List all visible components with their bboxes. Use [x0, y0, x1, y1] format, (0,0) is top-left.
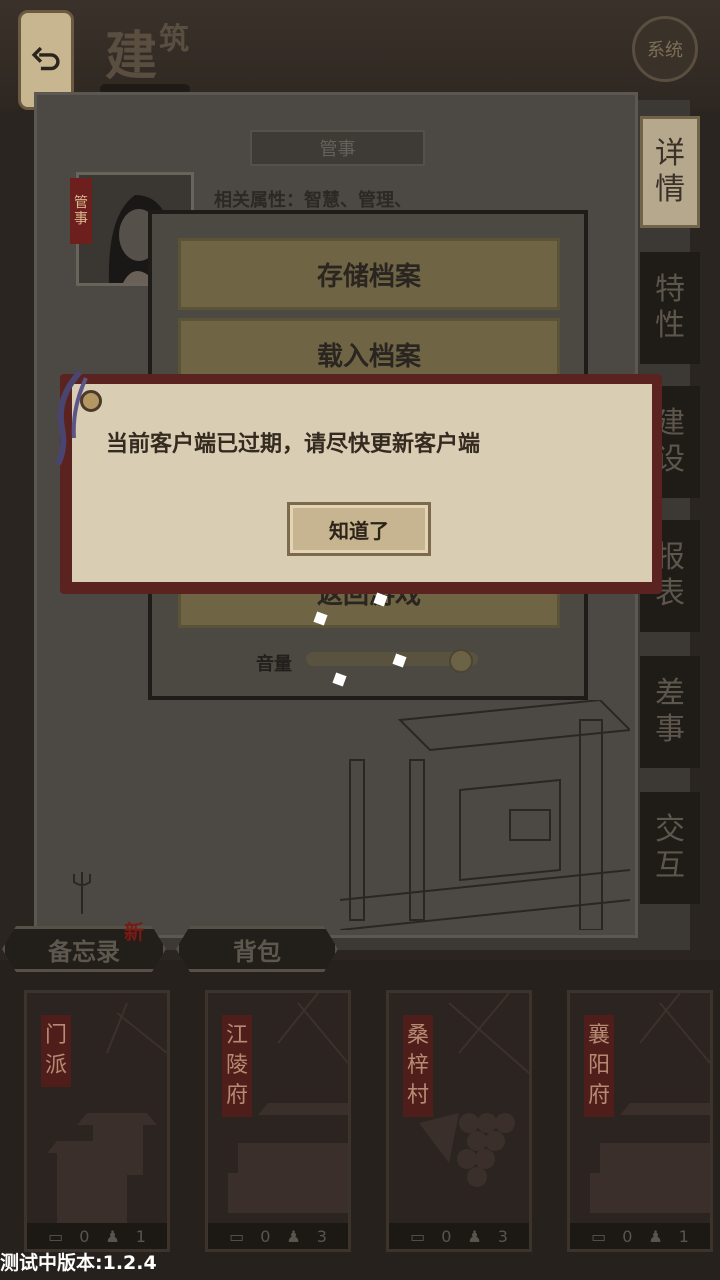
scroll-count: 0: [260, 1226, 271, 1246]
volume-knob[interactable]: [448, 649, 473, 673]
new-badge: 新: [124, 920, 144, 944]
page-title: 建筑: [105, 14, 191, 89]
region-name: 桑梓村: [403, 1015, 433, 1117]
scroll-icon: ▭: [48, 1226, 64, 1246]
pin-icon: [80, 390, 102, 412]
region-name: 江陵府: [222, 1015, 252, 1117]
region-card-jiangling[interactable]: 江陵府 ▭ 0 ♟ 3: [205, 990, 351, 1252]
scroll-icon: ▭: [229, 1226, 245, 1246]
region-name: 襄阳府: [584, 1015, 614, 1117]
ok-button[interactable]: 知道了: [287, 502, 431, 556]
bag-tab[interactable]: 背包: [176, 926, 338, 972]
portrait-tag: 管事: [70, 178, 92, 244]
people-count: 1: [135, 1226, 146, 1246]
region-card-sect[interactable]: 门派 ▭ 0 ♟ 1: [24, 990, 170, 1252]
region-stats: ▭ 0 ♟ 3: [389, 1223, 529, 1249]
role-ribbon: 管事: [250, 130, 425, 166]
tab-interact[interactable]: 交互: [640, 792, 700, 904]
people-count: 3: [316, 1226, 327, 1246]
region-stats: ▭ 0 ♟ 1: [570, 1223, 710, 1249]
hall-scene-illustration: [340, 700, 630, 930]
person-icon: ♟: [286, 1226, 301, 1246]
region-card-xiangyang[interactable]: 襄阳府 ▭ 0 ♟ 1: [567, 990, 713, 1252]
people-count: 1: [678, 1226, 689, 1246]
scroll-count: 0: [622, 1226, 633, 1246]
undo-arrow-icon: [31, 46, 60, 71]
tab-details[interactable]: 详情: [640, 116, 700, 228]
ribbon-tail-decoration: [55, 369, 88, 466]
page-title-main: 建: [105, 26, 160, 87]
scroll-icon: ▭: [410, 1226, 426, 1246]
region-stats: ▭ 0 ♟ 1: [27, 1223, 167, 1249]
scroll-count: 0: [79, 1226, 90, 1246]
person-icon: ♟: [467, 1226, 482, 1246]
tab-errands[interactable]: 差事: [640, 656, 700, 768]
scroll-icon: ▭: [591, 1226, 607, 1246]
person-icon: ♟: [105, 1226, 120, 1246]
region-card-sangzi-village[interactable]: 桑梓村 ▭ 0 ♟ 3: [386, 990, 532, 1252]
region-name: 门派: [41, 1015, 71, 1087]
tab-traits[interactable]: 特性: [640, 252, 700, 364]
trident-decoration-icon: [73, 872, 91, 914]
region-stats: ▭ 0 ♟ 3: [208, 1223, 348, 1249]
scroll-count: 0: [441, 1226, 452, 1246]
volume-label: 音量: [256, 654, 292, 675]
version-label: 测试中版本:1.2.4: [0, 1252, 157, 1274]
save-archive-button[interactable]: 存储档案: [178, 238, 560, 310]
people-count: 3: [497, 1226, 508, 1246]
system-button[interactable]: 系统: [632, 16, 698, 82]
dialog-message: 当前客户端已过期，请尽快更新客户端: [106, 432, 481, 457]
person-icon: ♟: [648, 1226, 663, 1246]
page-title-sub: 筑: [159, 22, 192, 57]
related-attributes: 相关属性：智慧、管理、: [214, 190, 412, 211]
